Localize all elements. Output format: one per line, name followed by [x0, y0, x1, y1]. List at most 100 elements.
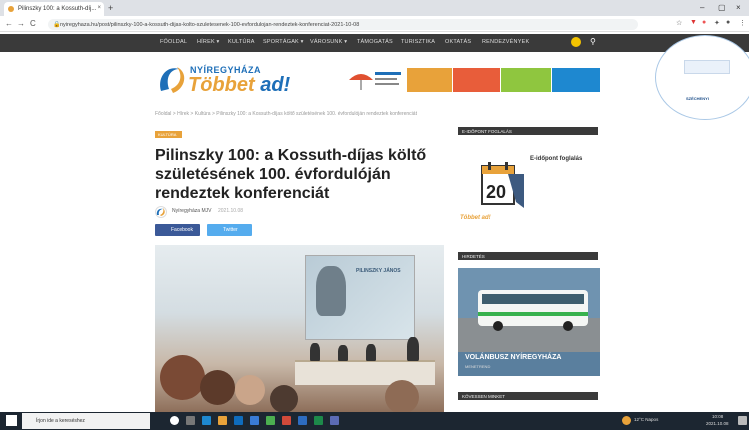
bookmark-star-icon[interactable]: ☆: [676, 19, 682, 27]
bus-ad-title: VOLÁNBUSZ NYÍREGYHÁZA: [465, 354, 562, 361]
umbrella-icon: [349, 72, 401, 90]
facebook-share-button[interactable]: Facebook: [155, 224, 200, 236]
calendar-number: 20: [486, 182, 506, 202]
notification-icon[interactable]: [738, 416, 747, 425]
category-badge[interactable]: KULTÚRA: [155, 131, 182, 138]
file-explorer-icon[interactable]: [218, 416, 227, 425]
task-view-icon[interactable]: [186, 416, 195, 425]
projector-screen: PILINSZKY JÁNOS: [305, 255, 415, 340]
bus-ad-subtitle: MENETREND: [465, 364, 491, 369]
header-ad-red[interactable]: [453, 68, 500, 92]
logo-slogan-b: ad!: [254, 74, 291, 96]
edge-icon[interactable]: [202, 416, 211, 425]
clock-date[interactable]: 2021.10.08: [706, 421, 729, 426]
nav-item-sports[interactable]: SPORTÁGAK ▾: [263, 39, 304, 45]
nav-item-support[interactable]: TÁMOGATÁS: [357, 39, 393, 45]
breadcrumb: Főoldal > Hírek > Kultúra > Pilinszky 10…: [155, 111, 417, 117]
szechenyi-label: SZÉCHENYI: [686, 96, 709, 101]
app-icon[interactable]: [282, 416, 291, 425]
new-tab-button[interactable]: +: [108, 3, 113, 13]
eu-flag-icon: [684, 60, 730, 74]
lock-icon: 🔒: [53, 22, 61, 28]
header-ad-green[interactable]: [501, 68, 551, 92]
panel-table: [295, 360, 435, 385]
article-date: 2021.10.08: [218, 208, 244, 214]
site-navigation: FŐOLDAL HÍREK ▾ KULTÚRA SPORTÁGAK ▾ VÁRO…: [0, 34, 749, 52]
bus-image: [458, 268, 600, 352]
header-ad-orange[interactable]: [407, 68, 452, 92]
header-ad-blue[interactable]: [552, 68, 600, 92]
nav-item-education[interactable]: OKTATÁS: [445, 39, 471, 45]
audience-member: [160, 355, 205, 400]
nav-item-city[interactable]: VÁROSUNK ▾: [310, 39, 347, 45]
szechenyi-ad[interactable]: SZÉCHENYI: [655, 35, 749, 120]
sidebar-heading-ad: HIRDETÉS: [458, 252, 598, 260]
weather-icon[interactable]: [622, 416, 631, 425]
extension-icon-2[interactable]: ●: [702, 19, 706, 26]
logo-swirl-icon: [160, 67, 185, 93]
volanbusz-ad[interactable]: VOLÁNBUSZ NYÍREGYHÁZA MENETREND: [458, 268, 600, 376]
extension-icon-3[interactable]: ✦: [714, 19, 720, 27]
sidebar-logo: Többet ad!: [460, 215, 491, 221]
audience-member: [235, 375, 265, 405]
panelist: [366, 344, 376, 361]
booking-label[interactable]: E-időpont foglalás: [530, 156, 582, 162]
logo-slogan[interactable]: Többet ad!: [188, 74, 290, 97]
nav-item-culture[interactable]: KULTÚRA: [228, 39, 255, 45]
accessibility-icon[interactable]: [571, 37, 581, 47]
windows-taskbar: Írjon ide a kereséshez 12°C Napos 10:08 …: [0, 412, 749, 430]
minimize-button[interactable]: –: [700, 3, 704, 12]
twitter-share-button[interactable]: Twitter: [207, 224, 252, 236]
article-photo: PILINSZKY JÁNOS: [155, 245, 444, 415]
nav-item-news[interactable]: HÍREK ▾: [197, 39, 220, 45]
app-icon-2[interactable]: [330, 416, 339, 425]
tab-close-button[interactable]: ×: [97, 5, 101, 11]
logo-slogan-a: Többet: [188, 74, 255, 96]
url-text: nyiregyhaza.hu/post/pilinszky-100-a-koss…: [60, 21, 360, 28]
excel-icon[interactable]: [314, 416, 323, 425]
taskbar-search-placeholder: Írjon ide a kereséshez: [36, 418, 85, 424]
back-button[interactable]: ←: [5, 19, 13, 28]
header-ad-umbrella[interactable]: [345, 68, 405, 92]
chrome-icon[interactable]: [266, 416, 275, 425]
portrait-image: [316, 266, 346, 316]
clock-time[interactable]: 10:08: [712, 414, 723, 419]
article-title: Pilinszky 100: a Kossuth-díjas költő szü…: [155, 147, 427, 202]
twitter-share-label: Twitter: [223, 227, 238, 233]
nav-item-events[interactable]: RENDEZVÉNYEK: [482, 39, 529, 45]
panelist: [310, 343, 320, 361]
word-icon[interactable]: [298, 416, 307, 425]
mail-icon[interactable]: [250, 416, 259, 425]
audience-member: [270, 385, 298, 413]
windows-start-icon[interactable]: [6, 415, 17, 426]
panelist: [338, 345, 348, 361]
reload-button[interactable]: C: [30, 19, 36, 28]
screen-caption: PILINSZKY JÁNOS: [356, 268, 401, 274]
tab-title: Pilinszky 100: a Kossuth-díj...: [18, 6, 97, 12]
url-field[interactable]: 🔒 nyiregyhaza.hu/post/pilinszky-100-a-ko…: [48, 19, 638, 30]
calendar-icon[interactable]: 20: [480, 160, 525, 210]
nav-item-home[interactable]: FŐOLDAL: [160, 39, 187, 45]
extension-icon[interactable]: ▼: [690, 19, 697, 26]
speaker: [407, 337, 419, 361]
author-name[interactable]: Nyíregyháza MJV: [172, 208, 211, 214]
site-favicon-icon: [8, 6, 14, 12]
browser-tabbar: Pilinszky 100: a Kossuth-díj... × + – ▢ …: [0, 0, 749, 16]
profile-icon[interactable]: ●: [726, 19, 730, 26]
author-avatar: [155, 206, 167, 218]
sidebar-heading-follow: KÖVESSEN MINKET: [458, 392, 598, 400]
cortana-icon[interactable]: [170, 416, 179, 425]
browser-menu-icon[interactable]: ⋮: [739, 19, 746, 27]
audience-member: [200, 370, 235, 405]
maximize-button[interactable]: ▢: [718, 3, 726, 12]
facebook-share-label: Facebook: [171, 227, 193, 233]
close-window-button[interactable]: ×: [736, 3, 741, 12]
weather-text: 12°C Napos: [634, 417, 659, 422]
address-bar: ← → C 🔒 nyiregyhaza.hu/post/pilinszky-10…: [0, 16, 749, 32]
search-icon[interactable]: ⚲: [590, 37, 596, 46]
store-icon[interactable]: [234, 416, 243, 425]
forward-button[interactable]: →: [17, 19, 25, 28]
nav-item-tourism[interactable]: TURISZTIKA: [401, 39, 435, 45]
taskbar-search-box[interactable]: Írjon ide a kereséshez: [22, 413, 150, 429]
browser-tab[interactable]: Pilinszky 100: a Kossuth-díj... ×: [4, 2, 104, 16]
